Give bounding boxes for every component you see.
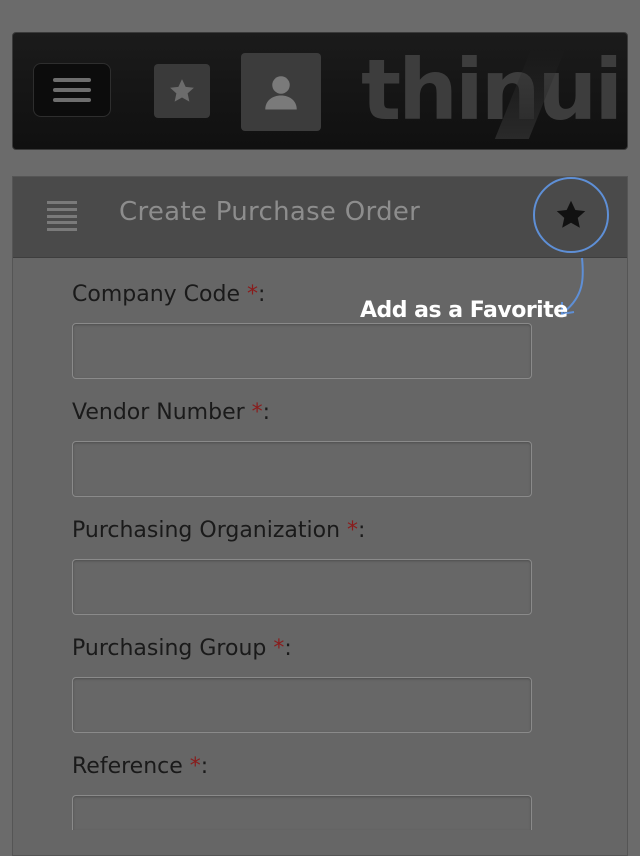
reference-label: Reference *:: [72, 754, 209, 779]
reference-input[interactable]: [72, 795, 532, 830]
company-code-label: Company Code *:: [72, 282, 266, 307]
thinui-logo: thinui: [361, 41, 623, 139]
star-icon: [170, 79, 194, 102]
hamburger-icon: [53, 78, 91, 82]
user-profile-button[interactable]: [241, 53, 321, 131]
app-header: thinui: [12, 32, 628, 150]
company-code-input[interactable]: [72, 323, 532, 379]
purchasing-group-input[interactable]: [72, 677, 532, 733]
purchasing-organization-input[interactable]: [72, 559, 532, 615]
favorites-button[interactable]: [154, 64, 210, 118]
page-title: Create Purchase Order: [119, 197, 421, 227]
list-icon[interactable]: [47, 201, 77, 231]
user-icon: [265, 76, 297, 110]
panel-header: Create Purchase Order: [13, 177, 627, 258]
star-icon: [556, 200, 586, 228]
vendor-number-label: Vendor Number *:: [72, 400, 271, 425]
purchasing-group-label: Purchasing Group *:: [72, 636, 292, 661]
add-favorite-button[interactable]: [533, 177, 609, 253]
vendor-number-input[interactable]: [72, 441, 532, 497]
purchasing-organization-label: Purchasing Organization *:: [72, 518, 366, 543]
menu-button[interactable]: [33, 63, 111, 117]
favorite-annotation: Add as a Favorite: [360, 298, 568, 323]
